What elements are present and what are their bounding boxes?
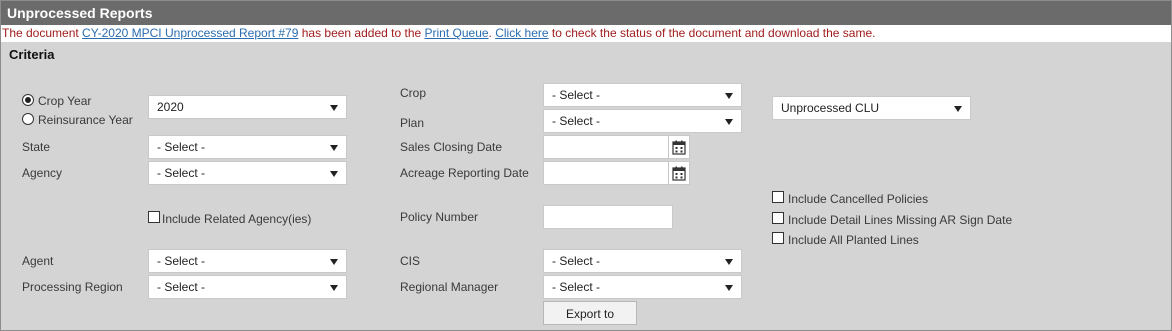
include-related-agency-label: Include Related Agency(ies) (162, 212, 312, 226)
chevron-down-icon (725, 285, 733, 291)
notice-middle: has been added to the (298, 26, 425, 40)
include-all-planted-lines-checkbox[interactable] (772, 232, 784, 244)
regional-manager-select-value: - Select - (552, 280, 601, 294)
click-here-link[interactable]: Click here (495, 26, 548, 40)
chevron-down-icon (954, 106, 962, 112)
chevron-down-icon (330, 171, 338, 177)
include-detail-lines-missing-label: Include Detail Lines Missing AR Sign Dat… (788, 213, 1013, 227)
include-cancelled-policies-label: Include Cancelled Policies (788, 192, 929, 206)
acreage-reporting-date-input[interactable] (543, 161, 669, 185)
cis-select[interactable]: - Select - (543, 249, 742, 273)
chevron-down-icon (330, 145, 338, 151)
notice-suffix: to check the status of the document and … (548, 26, 876, 40)
print-queue-link[interactable]: Print Queue (425, 26, 489, 40)
crop-year-radio[interactable] (22, 94, 34, 106)
include-all-planted-lines-label: Include All Planted Lines (788, 233, 919, 247)
sales-closing-date-picker (543, 135, 690, 159)
chevron-down-icon (330, 105, 338, 111)
unprocessed-reports-panel: Unprocessed Reports The document CY-2020… (0, 0, 1172, 331)
state-select-value: - Select - (157, 140, 206, 154)
criteria-heading: Criteria (9, 47, 55, 62)
year-select[interactable]: 2020 (148, 95, 347, 119)
window-title: Unprocessed Reports (1, 1, 1171, 25)
acreage-reporting-date-calendar-button[interactable] (669, 161, 690, 185)
export-to-excel-button[interactable]: Export to Excel (543, 301, 637, 331)
notice-prefix: The document (2, 26, 83, 40)
chevron-down-icon (725, 259, 733, 265)
agent-select-value: - Select - (157, 254, 206, 268)
sales-closing-date-label: Sales Closing Date (400, 140, 503, 154)
agent-select[interactable]: - Select - (148, 249, 347, 273)
state-label: State (22, 140, 51, 154)
agency-select-value: - Select - (157, 166, 206, 180)
agent-label: Agent (22, 254, 54, 268)
sales-closing-date-input[interactable] (543, 135, 669, 159)
processing-region-label: Processing Region (22, 280, 123, 294)
crop-label: Crop (400, 86, 427, 100)
report-type-select[interactable]: Unprocessed CLU (772, 96, 971, 120)
plan-label: Plan (400, 116, 425, 130)
reinsurance-year-label: Reinsurance Year (38, 113, 133, 127)
acreage-reporting-date-picker (543, 161, 690, 185)
state-select[interactable]: - Select - (148, 135, 347, 159)
chevron-down-icon (725, 119, 733, 125)
include-related-agency-checkbox[interactable] (148, 211, 160, 223)
plan-select-value: - Select - (552, 114, 601, 128)
policy-number-input[interactable] (543, 205, 673, 229)
processing-region-select[interactable]: - Select - (148, 275, 347, 299)
regional-manager-select[interactable]: - Select - (543, 275, 742, 299)
agency-select[interactable]: - Select - (148, 161, 347, 185)
chevron-down-icon (330, 285, 338, 291)
crop-select-value: - Select - (552, 88, 601, 102)
sales-closing-date-calendar-button[interactable] (669, 135, 690, 159)
chevron-down-icon (330, 259, 338, 265)
print-queue-notice: The document CY-2020 MPCI Unprocessed Re… (1, 25, 1171, 42)
calendar-icon (672, 140, 686, 155)
acreage-reporting-date-label: Acreage Reporting Date (400, 166, 529, 180)
include-detail-lines-missing-checkbox[interactable] (772, 212, 784, 224)
calendar-icon (672, 166, 686, 181)
reinsurance-year-radio[interactable] (22, 113, 34, 125)
processing-region-select-value: - Select - (157, 280, 206, 294)
include-cancelled-policies-checkbox[interactable] (772, 191, 784, 203)
cis-label: CIS (400, 254, 421, 268)
crop-select[interactable]: - Select - (543, 83, 742, 107)
document-link[interactable]: CY-2020 MPCI Unprocessed Report #79 (82, 26, 298, 40)
crop-year-label: Crop Year (38, 94, 92, 108)
regional-manager-label: Regional Manager (400, 280, 499, 294)
policy-number-label: Policy Number (400, 210, 479, 224)
plan-select[interactable]: - Select - (543, 109, 742, 133)
cis-select-value: - Select - (552, 254, 601, 268)
agency-label: Agency (22, 166, 63, 180)
chevron-down-icon (725, 93, 733, 99)
report-type-select-value: Unprocessed CLU (781, 101, 880, 115)
year-select-value: 2020 (157, 100, 184, 114)
